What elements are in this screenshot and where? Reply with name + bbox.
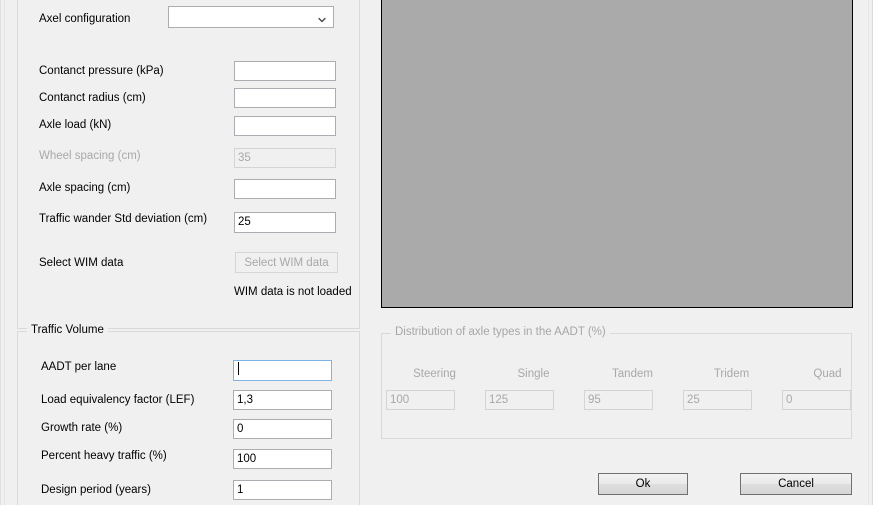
axel-configuration-label: Axel configuration [39,13,131,25]
axle-load-label: Axle load (kN) [39,119,112,131]
contact-pressure-label: Contanct pressure (kPa) [39,65,164,77]
percent-heavy-traffic-label: Percent heavy traffic (%) [41,450,167,462]
axel-configuration-dropdown[interactable] [168,6,334,28]
traffic-wander-std-deviation-label: Traffic wander Std deviation (cm) [39,213,208,225]
single-header: Single [517,368,550,380]
design-period-label: Design period (years) [41,484,151,496]
wheel-spacing-label: Wheel spacing (cm) [39,150,141,162]
axle-configuration-preview [381,0,853,308]
traffic-volume-title: Traffic Volume [27,324,108,336]
traffic-input-dialog: Axel configuration Contanct pressure (kP… [0,0,873,505]
text-caret [238,362,239,375]
ok-button[interactable]: Ok [598,473,688,495]
contact-radius-input[interactable] [234,88,336,108]
single-input: 125 [485,390,554,410]
tridem-input: 25 [683,390,752,410]
percent-heavy-traffic-input[interactable]: 100 [233,449,332,469]
axle-load-input[interactable] [234,116,336,136]
window-border-right-inner [868,0,869,505]
wheel-spacing-input: 35 [234,148,336,168]
wim-status-text: WIM data is not loaded [234,286,352,298]
growth-rate-input[interactable]: 0 [233,419,332,439]
cancel-button[interactable]: Cancel [740,473,852,495]
load-equivalency-factor-label: Load equivalency factor (LEF) [41,394,195,406]
aadt-per-lane-input[interactable] [233,360,332,381]
contact-radius-label: Contanct radius (cm) [39,92,146,104]
load-equivalency-factor-input[interactable]: 1,3 [233,390,332,410]
traffic-wander-std-deviation-input[interactable]: 25 [234,212,336,233]
steering-header: Steering [413,368,456,380]
tandem-header: Tandem [612,368,653,380]
tridem-header: Tridem [713,368,750,380]
contact-pressure-input[interactable] [234,61,336,81]
window-border-left [0,0,1,505]
select-wim-data-button[interactable]: Select WIM data [235,252,338,273]
steering-input: 100 [386,390,455,410]
chevron-down-icon [317,12,327,23]
aadt-distribution-title: Distribution of axle types in the AADT (… [391,326,610,338]
tandem-input: 95 [584,390,653,410]
window-border-left-inner [4,0,5,505]
traffic-volume-groupbox: Traffic Volume [17,324,360,505]
axle-spacing-label: Axle spacing (cm) [39,182,131,194]
axle-spacing-input[interactable] [234,179,336,199]
quad-header: Quad [813,368,842,380]
aadt-distribution-groupbox: Distribution of axle types in the AADT (… [381,326,852,439]
select-wim-data-label: Select WIM data [39,257,124,269]
quad-input: 0 [782,390,851,410]
growth-rate-label: Growth rate (%) [41,422,123,434]
design-period-input[interactable]: 1 [233,480,332,500]
aadt-per-lane-label: AADT per lane [41,361,117,373]
